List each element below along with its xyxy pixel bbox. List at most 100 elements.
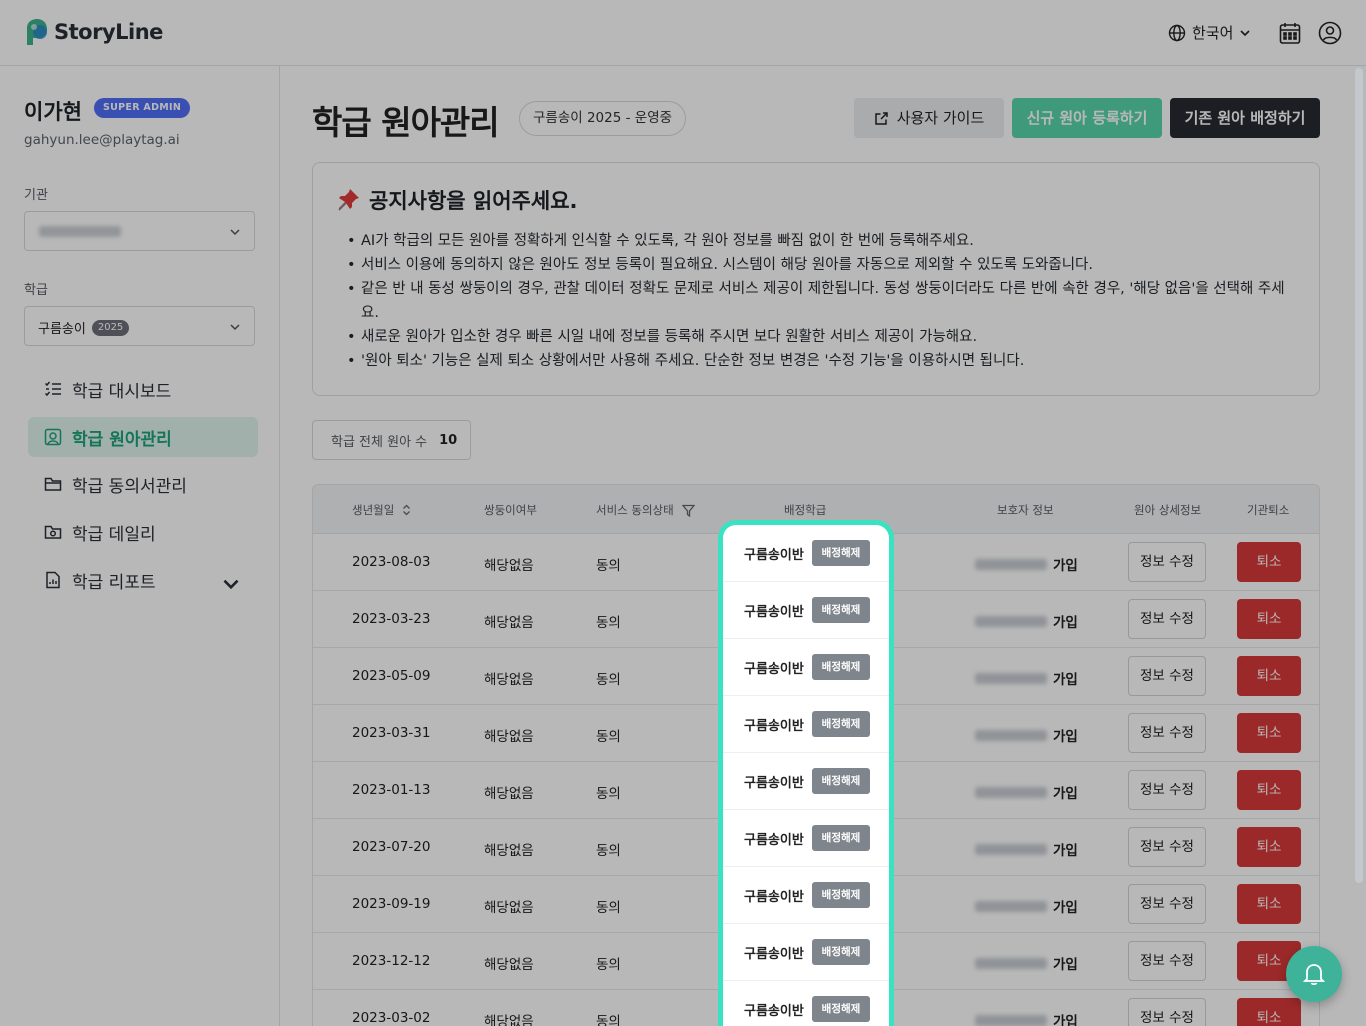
scrollbar[interactable] <box>1355 68 1363 883</box>
assigned-class-name: 구름송이반 <box>744 1004 804 1019</box>
guardian-name-redacted <box>975 1014 1047 1026</box>
leave-button[interactable]: 퇴소 <box>1237 656 1301 696</box>
column-header-class: 배정학급 <box>784 502 826 518</box>
user-account-icon[interactable] <box>1318 21 1342 45</box>
assigned-class-name: 구름송이반 <box>744 833 804 848</box>
institution-label: 기관 <box>24 188 48 203</box>
count-value: 10 <box>439 432 458 448</box>
nav-label: 학급 원아관리 <box>72 429 172 450</box>
leave-button[interactable]: 퇴소 <box>1237 827 1301 867</box>
page-title: 학급 원아관리 <box>312 103 500 142</box>
unassign-button[interactable]: 배정해제 <box>812 825 870 851</box>
leave-button[interactable]: 퇴소 <box>1237 770 1301 810</box>
assigned-class-name: 구름송이반 <box>744 605 804 620</box>
edit-info-button[interactable]: 정보 수정 <box>1128 599 1206 639</box>
edit-info-button[interactable]: 정보 수정 <box>1128 713 1206 753</box>
leave-button[interactable]: 퇴소 <box>1237 884 1301 924</box>
edit-info-button[interactable]: 정보 수정 <box>1128 998 1206 1026</box>
nav-class-consent[interactable]: 학급 동의서관리 <box>28 464 258 504</box>
guardian-status: 가입 <box>1053 957 1078 973</box>
app-logo[interactable]: StoryLine <box>24 18 163 46</box>
unassign-button[interactable]: 배정해제 <box>812 882 870 908</box>
register-new-child-button[interactable]: 신규 원아 등록하기 <box>1012 98 1162 138</box>
dashboard-list-icon <box>44 381 61 397</box>
nav-class-children[interactable]: 학급 원아관리 <box>28 417 258 457</box>
class-label: 학급 <box>24 283 48 298</box>
column-label: 서비스 동의상태 <box>596 503 674 517</box>
column-label: 생년월일 <box>352 503 395 517</box>
unassign-button[interactable]: 배정해제 <box>812 939 870 965</box>
class-select-value: 구름송이 <box>38 322 86 337</box>
birth-date: 2023-01-13 <box>352 782 431 798</box>
unassign-button[interactable]: 배정해제 <box>812 540 870 566</box>
institution-select[interactable] <box>24 211 255 251</box>
role-badge: SUPER ADMIN <box>94 98 191 118</box>
unassign-button[interactable]: 배정해제 <box>812 654 870 680</box>
assigned-class-highlight: 구름송이반 배정해제 구름송이반 배정해제 구름송이반 배정해제 구름송이반 배정해제 구름송이… <box>718 520 894 1026</box>
guardian-status: 가입 <box>1053 900 1078 916</box>
nav-class-daily[interactable]: 학급 데일리 <box>28 512 258 552</box>
guardian-name-redacted <box>975 729 1047 741</box>
unassign-button[interactable]: 배정해제 <box>812 996 870 1022</box>
column-header-consent[interactable]: 서비스 동의상태 <box>596 502 695 518</box>
nav-class-dashboard[interactable]: 학급 대시보드 <box>28 369 258 409</box>
consent-status: 동의 <box>596 672 621 688</box>
filter-icon <box>681 504 695 517</box>
guardian-info: 가입 <box>975 611 1078 631</box>
class-status-chip: 구름송이 2025 - 운영중 <box>519 101 687 136</box>
column-label: 배정학급 <box>784 503 827 517</box>
assign-existing-child-button[interactable]: 기존 원아 배정하기 <box>1170 98 1320 138</box>
unassign-button[interactable]: 배정해제 <box>812 711 870 737</box>
consent-status: 동의 <box>596 957 621 973</box>
sidebar: 이가현 SUPER ADMIN gahyun.lee@playtag.ai 기관… <box>0 66 280 1026</box>
twin-status: 해당없음 <box>484 900 534 916</box>
chevron-down-icon <box>1240 29 1250 36</box>
edit-info-button[interactable]: 정보 수정 <box>1128 542 1206 582</box>
chevron-down-icon <box>230 229 240 236</box>
class-year-badge: 2025 <box>91 319 130 336</box>
user-guide-button[interactable]: 사용자 가이드 <box>854 98 1004 138</box>
notice-list: AI가 학급의 모든 원아를 정확하게 인식할 수 있도록, 각 원아 정보를 … <box>347 229 1301 373</box>
assigned-class-cell: 구름송이반 배정해제 <box>723 639 889 696</box>
unassign-button[interactable]: 배정해제 <box>812 597 870 623</box>
edit-info-button[interactable]: 정보 수정 <box>1128 941 1206 981</box>
notification-button[interactable] <box>1286 946 1342 1002</box>
leave-button[interactable]: 퇴소 <box>1237 998 1301 1026</box>
guardian-info: 가입 <box>975 839 1078 859</box>
calendar-icon[interactable] <box>1278 21 1302 45</box>
column-label: 쌍둥이여부 <box>484 503 537 517</box>
nav-class-report[interactable]: 학급 리포트 <box>28 560 258 600</box>
language-selector[interactable]: 한국어 <box>1168 22 1251 43</box>
column-header-birth[interactable]: 생년월일 <box>352 502 411 518</box>
guardian-name-redacted <box>975 672 1047 684</box>
guardian-status: 가입 <box>1053 672 1078 688</box>
leave-button[interactable]: 퇴소 <box>1237 542 1301 582</box>
assigned-class-cell: 구름송이반 배정해제 <box>723 753 889 810</box>
institution-value-redacted <box>39 226 121 237</box>
edit-info-button[interactable]: 정보 수정 <box>1128 827 1206 867</box>
unassign-button[interactable]: 배정해제 <box>812 768 870 794</box>
twin-status: 해당없음 <box>484 729 534 745</box>
column-label: 기관퇴소 <box>1247 503 1290 517</box>
language-label: 한국어 <box>1192 24 1234 42</box>
chevron-down-icon <box>230 324 240 331</box>
leave-button[interactable]: 퇴소 <box>1237 713 1301 753</box>
nav-label: 학급 리포트 <box>72 572 156 593</box>
assigned-class-name: 구름송이반 <box>744 947 804 962</box>
class-select[interactable]: 구름송이 2025 <box>24 306 255 346</box>
external-link-icon <box>874 111 888 125</box>
assigned-class-name: 구름송이반 <box>744 548 804 563</box>
edit-info-button[interactable]: 정보 수정 <box>1128 770 1206 810</box>
leave-button[interactable]: 퇴소 <box>1237 599 1301 639</box>
twin-status: 해당없음 <box>484 957 534 973</box>
guardian-name-redacted <box>975 615 1047 627</box>
twin-status: 해당없음 <box>484 672 534 688</box>
column-header-detail: 원아 상세정보 <box>1134 502 1201 518</box>
notice-item: 같은 반 내 동성 쌍둥이의 경우, 관찰 데이터 정확도 문제로 서비스 제공… <box>347 277 1301 325</box>
edit-info-button[interactable]: 정보 수정 <box>1128 656 1206 696</box>
column-header-guardian: 보호자 정보 <box>997 502 1054 518</box>
edit-info-button[interactable]: 정보 수정 <box>1128 884 1206 924</box>
assigned-class-cell: 구름송이반 배정해제 <box>723 924 889 981</box>
user-email: gahyun.lee@playtag.ai <box>24 132 180 148</box>
notice-item: 새로운 원아가 입소한 경우 빠른 시일 내에 정보를 등록해 주시면 보다 원… <box>347 325 1301 349</box>
